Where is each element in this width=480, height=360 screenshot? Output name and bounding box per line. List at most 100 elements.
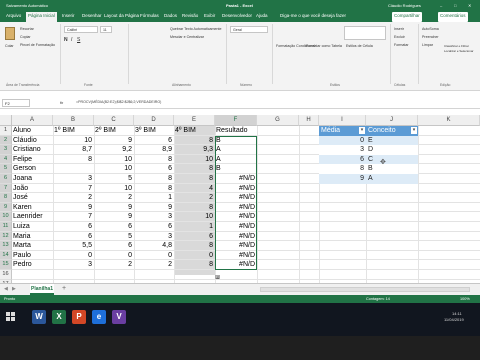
cell-c7[interactable]: 10 bbox=[95, 184, 132, 194]
comments-button[interactable]: Comentários bbox=[438, 12, 468, 22]
cell-e11[interactable]: 1 bbox=[175, 222, 213, 232]
cell-d1[interactable]: 3º BIM bbox=[135, 126, 172, 136]
cell-d6[interactable]: 8 bbox=[135, 174, 172, 184]
tell-me-search[interactable]: Diga-me o que você deseja fazer bbox=[278, 12, 348, 22]
format-as-table-button[interactable]: Formatar como Tabela bbox=[306, 44, 342, 48]
start-icon[interactable] bbox=[6, 312, 15, 321]
cell-e14[interactable]: 0 bbox=[175, 251, 213, 261]
cell-b3[interactable]: 8,7 bbox=[54, 145, 92, 155]
cell-d5[interactable]: 6 bbox=[135, 164, 172, 174]
column-header-j[interactable]: J bbox=[366, 115, 418, 126]
zoom-level[interactable]: 100% bbox=[460, 297, 470, 301]
cell-d7[interactable]: 8 bbox=[135, 184, 172, 194]
cell-c2[interactable]: 9 bbox=[95, 136, 132, 146]
sheet-tab-active[interactable]: Planilha1 bbox=[30, 284, 54, 295]
cell-a10[interactable]: Laenrider bbox=[13, 212, 51, 222]
lookup-conceito-cell[interactable]: B bbox=[366, 164, 418, 174]
row-header[interactable]: 8 bbox=[0, 193, 12, 203]
cell-e13[interactable]: 8 bbox=[175, 241, 213, 251]
cell-d15[interactable]: 2 bbox=[135, 260, 172, 270]
cell-b15[interactable]: 3 bbox=[54, 260, 92, 270]
column-header-h[interactable]: H bbox=[299, 115, 319, 126]
cell-a7[interactable]: João bbox=[13, 184, 51, 194]
row-header[interactable]: 16 bbox=[0, 270, 12, 280]
cell-b12[interactable]: 6 bbox=[54, 232, 92, 242]
paste-button[interactable]: Colar bbox=[5, 44, 14, 48]
cell-e6[interactable]: 8 bbox=[175, 174, 213, 184]
row-header[interactable]: 5 bbox=[0, 164, 12, 174]
tab-home[interactable]: Página Inicial bbox=[26, 12, 57, 22]
column-header-e[interactable]: E bbox=[174, 115, 215, 126]
row-header[interactable]: 1 bbox=[0, 126, 12, 136]
format-cells-button[interactable]: Formatar bbox=[394, 43, 409, 47]
number-format-select[interactable]: Geral bbox=[230, 26, 268, 33]
row-header[interactable]: 3 bbox=[0, 145, 12, 155]
fill-button[interactable]: Preencher bbox=[422, 35, 439, 39]
copy-button[interactable]: Copiar bbox=[20, 35, 31, 39]
cell-e15[interactable]: 8 bbox=[175, 260, 213, 270]
tab-data[interactable]: Dados bbox=[162, 12, 179, 22]
name-box[interactable]: F2 bbox=[2, 99, 30, 107]
column-header-a[interactable]: A bbox=[12, 115, 53, 126]
row-header[interactable]: 7 bbox=[0, 183, 12, 194]
cell-b6[interactable]: 3 bbox=[54, 174, 92, 184]
find-select-button[interactable]: Localizar e Selecionar bbox=[444, 49, 474, 53]
cell-c10[interactable]: 9 bbox=[95, 212, 132, 222]
lookup-conceito-cell[interactable]: A bbox=[366, 174, 418, 184]
tab-developer[interactable]: Desenvolvedor bbox=[220, 12, 254, 22]
merge-center-button[interactable]: Mesclar e Centralizar bbox=[170, 35, 204, 39]
cell-a12[interactable]: Maria bbox=[13, 232, 51, 242]
tab-file[interactable]: Arquivo bbox=[4, 12, 23, 22]
quick-analysis-icon[interactable]: ⊞ bbox=[215, 275, 220, 280]
browser-icon[interactable]: e bbox=[92, 310, 106, 324]
cell-d13[interactable]: 4,8 bbox=[135, 241, 172, 251]
column-header-c[interactable]: C bbox=[94, 115, 134, 126]
cell-e8[interactable]: 2 bbox=[175, 193, 213, 203]
lookup-media-cell[interactable]: 3 bbox=[319, 145, 366, 155]
autosum-button[interactable]: AutoSoma bbox=[422, 27, 439, 31]
cell-c1[interactable]: 2º BIM bbox=[95, 126, 132, 136]
cell-e7[interactable]: 4 bbox=[175, 184, 213, 194]
word-icon[interactable]: W bbox=[32, 310, 46, 324]
cell-d12[interactable]: 3 bbox=[135, 232, 172, 242]
column-header-g[interactable]: G bbox=[257, 115, 299, 126]
cell-d3[interactable]: 8,9 bbox=[135, 145, 172, 155]
cell-f1[interactable]: Resultado bbox=[216, 126, 255, 136]
cell-e3[interactable]: 9,3 bbox=[175, 145, 213, 155]
row-header[interactable]: 2 bbox=[0, 135, 12, 146]
cell-c9[interactable]: 9 bbox=[95, 203, 132, 213]
column-header-k[interactable]: K bbox=[418, 115, 480, 126]
cell-e5[interactable]: 8 bbox=[175, 164, 213, 174]
cell-e1[interactable]: 4º BIM bbox=[175, 126, 213, 136]
cell-a15[interactable]: Pedro bbox=[13, 260, 51, 270]
cell-d10[interactable]: 3 bbox=[135, 212, 172, 222]
cell-c3[interactable]: 9,2 bbox=[95, 145, 132, 155]
row-header[interactable]: 15 bbox=[0, 260, 12, 270]
app-icon[interactable]: V bbox=[112, 310, 126, 324]
cell-c8[interactable]: 2 bbox=[95, 193, 132, 203]
cell-b11[interactable]: 6 bbox=[54, 222, 92, 232]
format-painter-button[interactable]: Pincel de Formatação bbox=[20, 43, 55, 47]
filter-dropdown-icon[interactable]: ▾ bbox=[411, 127, 417, 134]
cell-d9[interactable]: 9 bbox=[135, 203, 172, 213]
column-header-b[interactable]: B bbox=[53, 115, 94, 126]
scroll-right-icon[interactable]: ▶ bbox=[12, 286, 16, 292]
close-button[interactable]: ✕ bbox=[468, 3, 471, 8]
column-header-i[interactable]: I bbox=[319, 115, 366, 126]
cell-a2[interactable]: Cláudio bbox=[13, 136, 51, 146]
cell-e2[interactable]: 8 bbox=[175, 136, 213, 146]
row-header[interactable]: 12 bbox=[0, 231, 12, 242]
cell-styles-gallery[interactable] bbox=[344, 26, 386, 40]
cell-e12[interactable]: 6 bbox=[175, 232, 213, 242]
lookup-media-cell[interactable]: 9 bbox=[319, 174, 366, 184]
scroll-left-icon[interactable]: ◀ bbox=[4, 286, 8, 292]
sort-filter-button[interactable]: Classificar e Filtrar bbox=[444, 44, 469, 48]
row-header[interactable]: 6 bbox=[0, 174, 12, 184]
lookup-media-cell[interactable]: 6 bbox=[319, 154, 366, 165]
cell-c4[interactable]: 10 bbox=[95, 155, 132, 165]
cell-b7[interactable]: 7 bbox=[54, 184, 92, 194]
cell-b1[interactable]: 1º BIM bbox=[54, 126, 92, 136]
clock-date[interactable]: 11/04/2019 bbox=[444, 317, 464, 322]
lookup-conceito-cell[interactable]: D bbox=[366, 145, 418, 155]
row-header[interactable]: 13 bbox=[0, 241, 12, 251]
